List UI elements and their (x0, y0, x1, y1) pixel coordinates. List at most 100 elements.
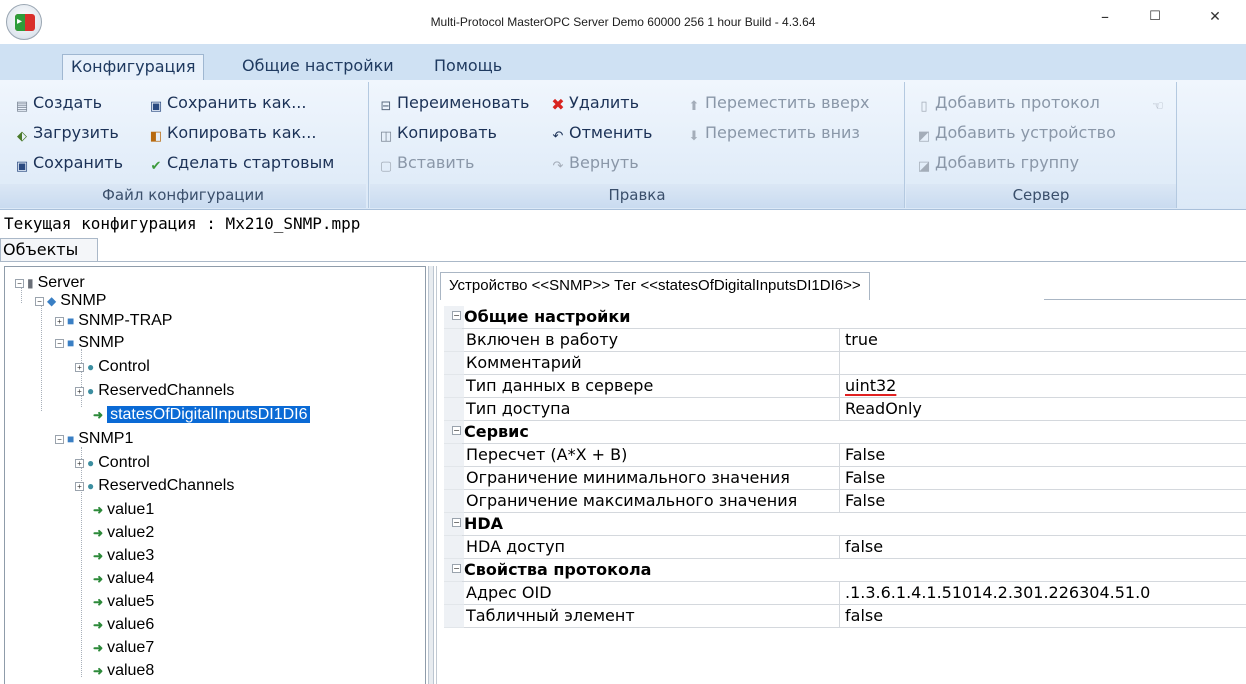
pane-splitter[interactable] (428, 266, 434, 684)
minimize-button[interactable]: – (1090, 6, 1120, 30)
tree-node-snmp1[interactable]: − ■ SNMP1 (55, 429, 133, 449)
rename-button[interactable]: ⊟ Переименовать (378, 90, 530, 116)
divider (0, 261, 1246, 262)
group-icon: ● (87, 479, 95, 493)
ribbon-separator (904, 82, 905, 208)
property-value[interactable]: False (840, 444, 1246, 467)
copy-as-button[interactable]: ◧ Копировать как... (148, 120, 317, 146)
close-button[interactable]: ✕ (1200, 6, 1230, 30)
extra-server-button[interactable]: ☜ (1150, 90, 1169, 116)
property-value[interactable]: False (840, 490, 1246, 513)
tree-node-value5[interactable]: ➜ value5 (93, 592, 154, 612)
property-row[interactable]: Включен в работу true (444, 329, 1246, 352)
property-value[interactable] (840, 352, 1246, 375)
category-service[interactable]: − Сервис (444, 421, 1246, 444)
maximize-button[interactable]: ☐ (1140, 6, 1170, 30)
collapse-icon[interactable]: − (452, 518, 461, 527)
divider (1044, 299, 1246, 300)
collapse-icon[interactable]: − (35, 297, 44, 306)
tree-node-snmp-trap[interactable]: + ■ SNMP-TRAP (55, 311, 172, 331)
property-value[interactable]: False (840, 467, 1246, 490)
tree-node-value2[interactable]: ➜ value2 (93, 523, 154, 543)
tree-node-snmp-protocol[interactable]: − ◆ SNMP (35, 291, 106, 311)
property-value[interactable]: false (840, 605, 1246, 628)
collapse-icon[interactable]: − (15, 279, 24, 288)
property-value[interactable]: false (840, 536, 1246, 559)
move-up-button[interactable]: ⬆ Переместить вверх (686, 90, 870, 116)
property-row[interactable]: Табличный элемент false (444, 605, 1246, 628)
property-value[interactable]: true (840, 329, 1246, 352)
collapse-icon[interactable]: − (55, 435, 64, 444)
collapse-icon[interactable]: − (452, 564, 461, 573)
property-row[interactable]: Ограничение минимального значения False (444, 467, 1246, 490)
collapse-icon[interactable]: − (452, 311, 461, 320)
tree-node-value3[interactable]: ➜ value3 (93, 546, 154, 566)
property-row[interactable]: Ограничение максимального значения False (444, 490, 1246, 513)
tree-node-reserved-channels[interactable]: + ● ReservedChannels (75, 476, 234, 496)
redo-button[interactable]: ↷ Вернуть (550, 150, 639, 176)
rename-icon: ⊟ (380, 99, 392, 114)
tag-arrow-icon: ➜ (93, 526, 104, 540)
create-button[interactable]: ▤ Создать (14, 90, 102, 116)
tab-device-tag[interactable]: Устройство <<SNMP>> Тег <<statesOfDigita… (440, 272, 870, 300)
tree-node-value8[interactable]: ➜ value8 (93, 661, 154, 681)
tree-node-selected-tag[interactable]: ➜ statesOfDigitalInputsDI1DI6 (93, 405, 311, 425)
tab-objects[interactable]: Объекты (0, 238, 98, 262)
copy-button[interactable]: ◫ Копировать (378, 120, 497, 146)
expand-icon[interactable]: + (75, 459, 84, 468)
expand-icon[interactable]: + (75, 482, 84, 491)
expand-icon[interactable]: + (75, 387, 84, 396)
property-row[interactable]: Комментарий (444, 352, 1246, 375)
expand-icon[interactable]: + (75, 363, 84, 372)
tree-node-value1[interactable]: ➜ value1 (93, 500, 154, 520)
group-label-file: Файл конфигурации (0, 184, 366, 208)
object-tree[interactable]: − ▮ Server − ◆ SNMP + ■ SNMP-TRAP − ■ SNMP + ● Con… (4, 266, 426, 684)
tree-node-server[interactable]: − ▮ Server (15, 273, 85, 293)
window-title: Multi-Protocol MasterOPC Server Demo 600… (430, 15, 816, 29)
delete-button[interactable]: ✖ Удалить (550, 90, 639, 116)
category-hda[interactable]: − HDA (444, 513, 1246, 536)
tag-arrow-icon: ➜ (93, 664, 104, 678)
property-row[interactable]: HDA доступ false (444, 536, 1246, 559)
add-protocol-button[interactable]: ▯ Добавить протокол (916, 90, 1099, 116)
save-as-button[interactable]: ▣ Сохранить как... (148, 90, 307, 116)
tab-help[interactable]: Помощь (426, 54, 510, 80)
tree-node-value7[interactable]: ➜ value7 (93, 638, 154, 658)
paste-button[interactable]: ▢ Вставить (378, 150, 475, 176)
category-protocol[interactable]: − Свойства протокола (444, 559, 1246, 582)
collapse-icon[interactable]: − (55, 339, 64, 348)
title-bar: ▸ Multi-Protocol MasterOPC Server Demo 6… (0, 0, 1246, 44)
tab-general-settings[interactable]: Общие настройки (234, 54, 402, 80)
tree-node-control[interactable]: + ● Control (75, 453, 150, 473)
tree-node-control[interactable]: + ● Control (75, 357, 150, 377)
tab-configuration[interactable]: Конфигурация (62, 54, 205, 80)
copy-as-icon: ◧ (149, 129, 163, 144)
property-row[interactable]: Тип доступа ReadOnly (444, 398, 1246, 421)
property-value[interactable]: uint32 (840, 375, 1246, 398)
tag-arrow-icon: ➜ (93, 572, 104, 586)
expand-icon[interactable]: + (55, 317, 64, 326)
move-down-button[interactable]: ⬇ Переместить вниз (686, 120, 860, 146)
property-value[interactable]: .1.3.6.1.4.1.51014.2.301.226304.51.0 (840, 582, 1246, 605)
tag-arrow-icon: ➜ (93, 595, 104, 609)
undo-button[interactable]: ↶ Отменить (550, 120, 653, 146)
property-row[interactable]: Адрес OID .1.3.6.1.4.1.51014.2.301.22630… (444, 582, 1246, 605)
tree-node-reserved-channels[interactable]: + ● ReservedChannels (75, 381, 234, 401)
property-row[interactable]: Тип данных в сервере uint32 (444, 375, 1246, 398)
group-label-server: Сервер (906, 184, 1176, 208)
make-startup-button[interactable]: ✔ Сделать стартовым (148, 150, 335, 176)
tag-arrow-icon: ➜ (93, 549, 104, 563)
tree-node-value4[interactable]: ➜ value4 (93, 569, 154, 589)
property-value[interactable]: ReadOnly (840, 398, 1246, 421)
category-general[interactable]: − Общие настройки (444, 306, 1246, 329)
tree-node-value6[interactable]: ➜ value6 (93, 615, 154, 635)
group-icon: ◪ (917, 159, 931, 174)
add-device-button[interactable]: ◩ Добавить устройство (916, 120, 1116, 146)
load-button[interactable]: ⬖ Загрузить (14, 120, 119, 146)
add-group-button[interactable]: ◪ Добавить группу (916, 150, 1079, 176)
save-button[interactable]: ▣ Сохранить (14, 150, 123, 176)
tag-arrow-icon: ➜ (93, 641, 104, 655)
property-row[interactable]: Пересчет (A*X + B) False (444, 444, 1246, 467)
tree-node-snmp-device[interactable]: − ■ SNMP (55, 333, 124, 353)
collapse-icon[interactable]: − (452, 426, 461, 435)
